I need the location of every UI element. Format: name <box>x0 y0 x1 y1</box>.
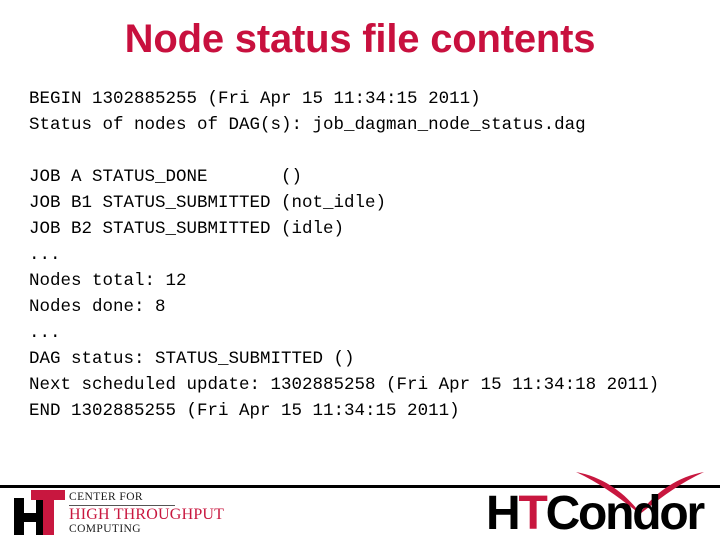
chtc-line-center-for: CENTER FOR <box>69 491 175 506</box>
chtc-t-stem <box>43 490 54 535</box>
chtc-logo: CENTER FOR HIGH THROUGHPUT COMPUTING <box>14 489 224 537</box>
htcondor-wordmark: HTCondor <box>486 487 706 540</box>
htcondor-letter-h: H <box>486 487 521 540</box>
htcondor-logo: HTCondor <box>476 470 706 540</box>
code-line-dag-status: DAG status: STATUS_SUBMITTED () <box>29 349 355 369</box>
chtc-wordmark: CENTER FOR HIGH THROUGHPUT COMPUTING <box>69 489 224 535</box>
page-title: Node status file contents <box>124 17 596 61</box>
code-line-job-b2: JOB B2 STATUS_SUBMITTED (idle) <box>29 219 345 239</box>
code-line-job-a: JOB A STATUS_DONE () <box>29 167 303 187</box>
chtc-line-computing: COMPUTING <box>69 522 141 535</box>
code-line-ellipsis-1: ... <box>29 245 61 265</box>
node-status-file-contents: BEGIN 1302885255 (Fri Apr 15 11:34:15 20… <box>29 86 701 424</box>
chtc-ht-mark-icon <box>14 489 66 535</box>
code-line-nodes-total: Nodes total: 12 <box>29 271 187 291</box>
code-line-job-b1: JOB B1 STATUS_SUBMITTED (not_idle) <box>29 193 387 213</box>
code-line-next-scheduled-update: Next scheduled update: 1302885258 (Fri A… <box>29 375 660 395</box>
htcondor-letter-t: T <box>518 487 547 540</box>
code-line-begin: BEGIN 1302885255 (Fri Apr 15 11:34:15 20… <box>29 89 481 109</box>
code-line-status-of-nodes: Status of nodes of DAG(s): job_dagman_no… <box>29 115 586 135</box>
code-blank-line-1 <box>29 138 701 164</box>
code-line-nodes-done: Nodes done: 8 <box>29 297 166 317</box>
htcondor-word-condor: Condor <box>545 487 706 540</box>
chtc-line-high-throughput: HIGH THROUGHPUT <box>69 505 225 523</box>
code-line-ellipsis-2: ... <box>29 323 61 343</box>
code-line-end: END 1302885255 (Fri Apr 15 11:34:15 2011… <box>29 401 460 421</box>
